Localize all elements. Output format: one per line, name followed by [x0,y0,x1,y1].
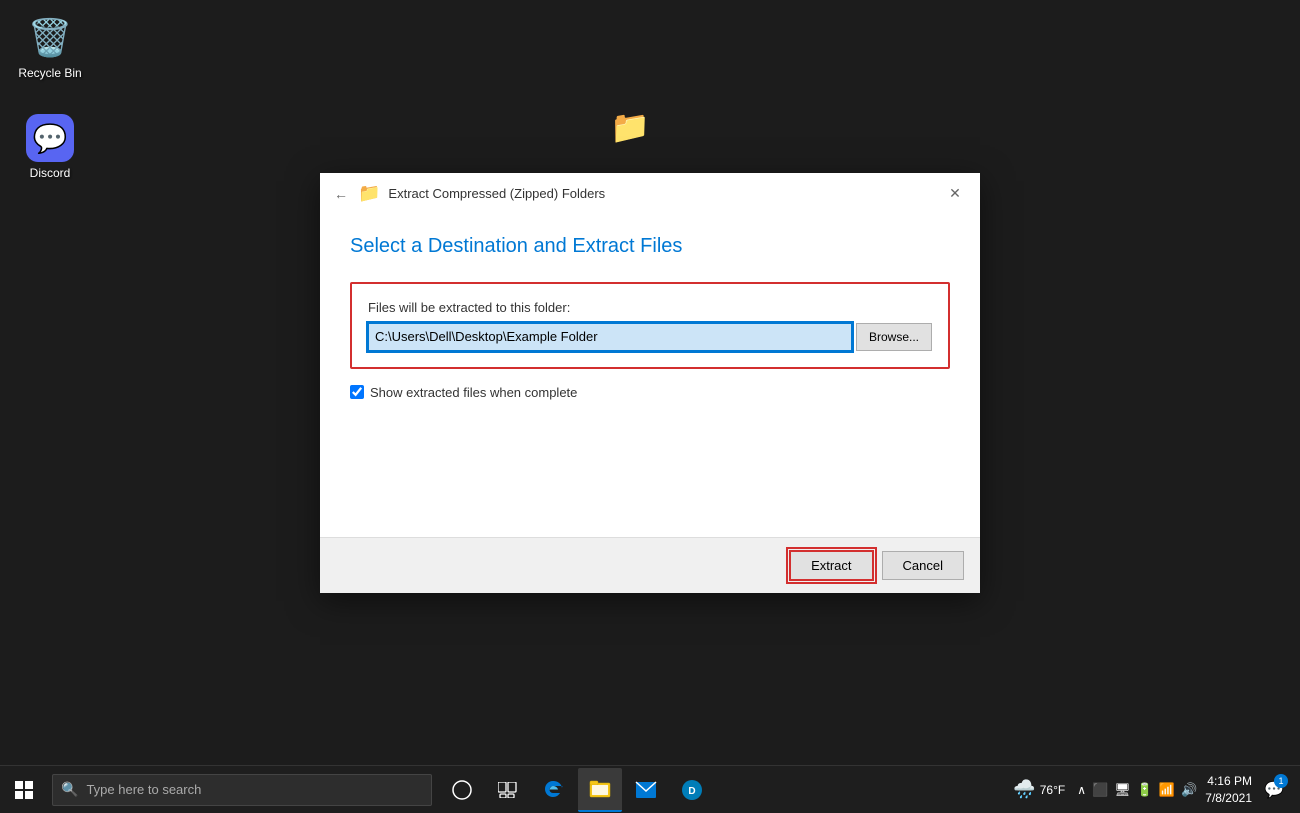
taskbar-dell-button[interactable]: D [670,768,714,812]
taskbar-right: 🌧️ 76°F ∧ ⬛ 🖥 🔋 📶 🔊 4:16 PM 7/8/2021 💬 1 [1005,768,1300,812]
weather-temp: 76°F [1040,783,1065,797]
taskbar-taskview-button[interactable] [486,768,530,812]
dialog-back-button[interactable]: ← [332,184,350,204]
notification-button[interactable]: 💬 1 [1256,768,1292,812]
taskbar: 🔍 Type here to search [0,765,1300,813]
extract-dialog: ← 📁 Extract Compressed (Zipped) Folders … [320,173,980,593]
extract-section: Files will be extracted to this folder: … [350,282,950,369]
clock-time: 4:16 PM [1205,773,1252,790]
clock-date: 7/8/2021 [1205,790,1252,807]
wifi-icon[interactable]: 📶 [1159,782,1175,798]
cancel-button[interactable]: Cancel [882,551,964,580]
dialog-heading: Select a Destination and Extract Files [350,235,950,258]
extract-input-row: C:\Users\Dell\Desktop\Example Folder Bro… [368,323,932,351]
weather-section[interactable]: 🌧️ 76°F [1005,779,1073,800]
extract-button[interactable]: Extract [789,550,873,581]
checkbox-row: Show extracted files when complete [350,385,950,400]
weather-icon: 🌧️ [1013,779,1035,800]
taskbar-edge-button[interactable] [532,768,576,812]
browse-button[interactable]: Browse... [856,323,932,351]
taskbar-app-icons: D [440,768,714,812]
show-extracted-checkbox[interactable] [350,385,364,399]
dialog-footer: Extract Cancel [320,537,980,593]
taskbar-search-button[interactable] [440,768,484,812]
dialog-titlebar: ← 📁 Extract Compressed (Zipped) Folders … [320,173,980,215]
clock[interactable]: 4:16 PM 7/8/2021 [1205,773,1252,807]
show-extracted-label[interactable]: Show extracted files when complete [370,385,577,400]
taskbar-search-placeholder: Type here to search [86,782,201,797]
dialog-overlay: ← 📁 Extract Compressed (Zipped) Folders … [0,0,1300,765]
chevron-up-icon[interactable]: ∧ [1077,783,1086,797]
taskbar-mail-button[interactable] [624,768,668,812]
dialog-title-text: Extract Compressed (Zipped) Folders [388,186,605,201]
sys-tray-icons: ∧ ⬛ 🖥 🔋 📶 🔊 [1077,782,1197,798]
desktop: INR 🗑️ Recycle Bin 💬 Discord 📁 ← 📁 Extra… [0,0,1300,813]
taskbar-search-icon: 🔍 [61,781,78,798]
second-screen-icon[interactable]: 🖥 [1114,782,1131,798]
notification-badge: 1 [1274,774,1288,788]
start-button[interactable] [0,766,48,813]
dialog-close-button[interactable]: ✕ [942,181,968,207]
extract-label: Files will be extracted to this folder: [368,300,932,315]
taskbar-file-explorer-button[interactable] [578,768,622,812]
taskbar-search-bar[interactable]: 🔍 Type here to search [52,774,432,806]
folder-path-input[interactable]: C:\Users\Dell\Desktop\Example Folder [368,323,852,351]
dialog-body: Select a Destination and Extract Files F… [320,215,980,537]
screen-icon[interactable]: ⬛ [1092,782,1108,798]
battery-icon[interactable]: 🔋 [1137,782,1153,798]
dialog-title-icon: 📁 [358,183,380,204]
svg-text:D: D [688,786,695,797]
volume-icon[interactable]: 🔊 [1181,782,1197,798]
